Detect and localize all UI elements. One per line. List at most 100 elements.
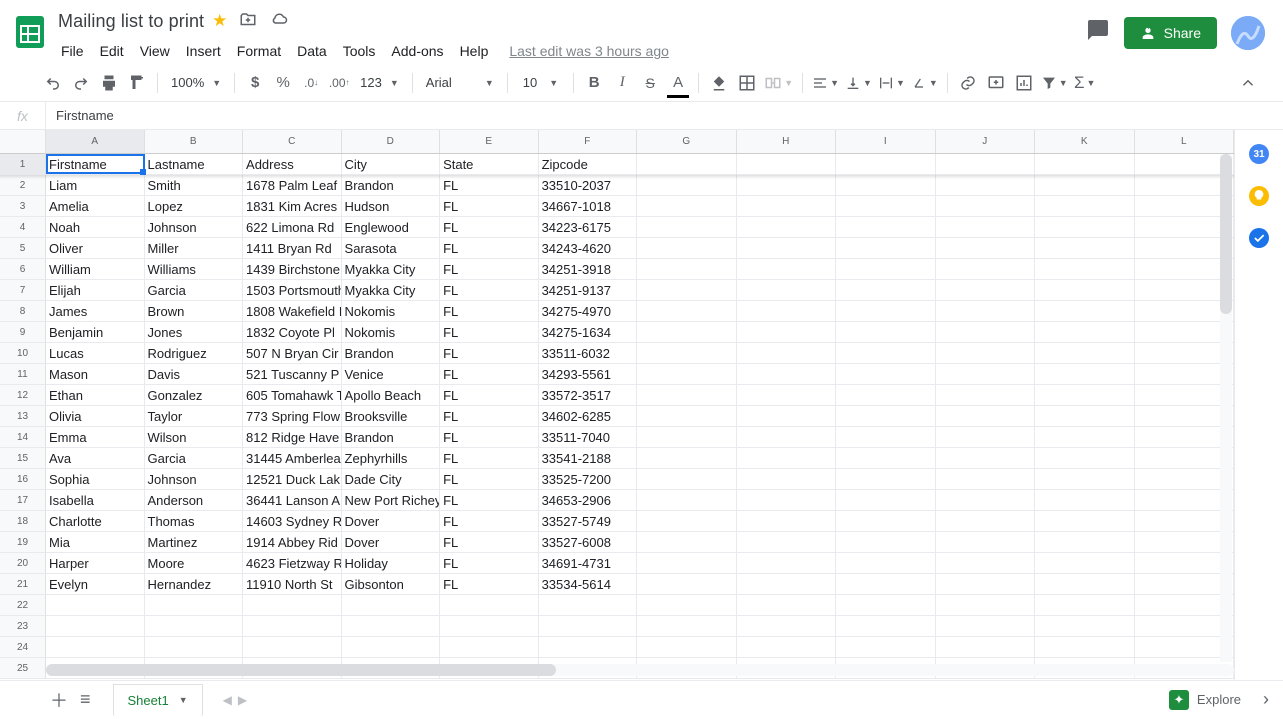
menu-data[interactable]: Data bbox=[290, 39, 334, 63]
cell-H20[interactable] bbox=[737, 553, 836, 573]
column-header-G[interactable]: G bbox=[637, 130, 737, 153]
cell-B15[interactable]: Garcia bbox=[145, 448, 244, 468]
cell-A8[interactable]: James bbox=[46, 301, 145, 321]
cell-F23[interactable] bbox=[539, 616, 638, 636]
cell-J14[interactable] bbox=[936, 427, 1035, 447]
row-header-6[interactable]: 6 bbox=[0, 259, 46, 280]
functions-button[interactable]: Σ▼ bbox=[1072, 70, 1098, 96]
cell-D2[interactable]: Brandon bbox=[342, 175, 441, 195]
v-scrollbar[interactable] bbox=[1220, 154, 1232, 662]
cell-F7[interactable]: 34251-9137 bbox=[539, 280, 638, 300]
column-header-C[interactable]: C bbox=[243, 130, 342, 153]
cell-D1[interactable]: City bbox=[342, 154, 441, 174]
cell-A19[interactable]: Mia bbox=[46, 532, 145, 552]
row-header-15[interactable]: 15 bbox=[0, 448, 46, 469]
filter-button[interactable]: ▼ bbox=[1039, 70, 1070, 96]
cell-A3[interactable]: Amelia bbox=[46, 196, 145, 216]
increase-decimal-button[interactable]: .00↑ bbox=[326, 70, 352, 96]
cell-J17[interactable] bbox=[936, 490, 1035, 510]
cell-G7[interactable] bbox=[637, 280, 736, 300]
cell-E13[interactable]: FL bbox=[440, 406, 539, 426]
cell-B3[interactable]: Lopez bbox=[145, 196, 244, 216]
cell-E7[interactable]: FL bbox=[440, 280, 539, 300]
more-formats-dropdown[interactable]: 123▼ bbox=[354, 75, 405, 90]
cell-C22[interactable] bbox=[243, 595, 342, 615]
cell-A2[interactable]: Liam bbox=[46, 175, 145, 195]
cell-D5[interactable]: Sarasota bbox=[342, 238, 441, 258]
row-header-19[interactable]: 19 bbox=[0, 532, 46, 553]
cell-B12[interactable]: Gonzalez bbox=[145, 385, 244, 405]
cell-E23[interactable] bbox=[440, 616, 539, 636]
sheet-nav-prev[interactable]: ◀ bbox=[221, 691, 234, 709]
cell-D18[interactable]: Dover bbox=[342, 511, 441, 531]
cell-F9[interactable]: 34275-1634 bbox=[539, 322, 638, 342]
cell-D6[interactable]: Myakka City bbox=[342, 259, 441, 279]
cell-H1[interactable] bbox=[737, 154, 836, 174]
comments-icon[interactable] bbox=[1086, 18, 1110, 48]
cells-grid[interactable]: FirstnameLastnameAddressCityStateZipcode… bbox=[46, 154, 1234, 679]
cell-F12[interactable]: 33572-3517 bbox=[539, 385, 638, 405]
row-header-23[interactable]: 23 bbox=[0, 616, 46, 637]
cell-K3[interactable] bbox=[1035, 196, 1134, 216]
cell-F15[interactable]: 33541-2188 bbox=[539, 448, 638, 468]
cell-C17[interactable]: 36441 Lanson A bbox=[243, 490, 342, 510]
cell-H21[interactable] bbox=[737, 574, 836, 594]
cell-B11[interactable]: Davis bbox=[145, 364, 244, 384]
row-header-7[interactable]: 7 bbox=[0, 280, 46, 301]
text-wrap-button[interactable]: ▼ bbox=[876, 70, 907, 96]
column-header-K[interactable]: K bbox=[1035, 130, 1135, 153]
cell-F5[interactable]: 34243-4620 bbox=[539, 238, 638, 258]
column-header-I[interactable]: I bbox=[836, 130, 936, 153]
cell-I5[interactable] bbox=[836, 238, 935, 258]
cell-J24[interactable] bbox=[936, 637, 1035, 657]
cell-H18[interactable] bbox=[737, 511, 836, 531]
row-header-3[interactable]: 3 bbox=[0, 196, 46, 217]
row-header-16[interactable]: 16 bbox=[0, 469, 46, 490]
cell-H24[interactable] bbox=[737, 637, 836, 657]
cell-J2[interactable] bbox=[936, 175, 1035, 195]
tasks-icon[interactable] bbox=[1249, 228, 1269, 248]
cell-J3[interactable] bbox=[936, 196, 1035, 216]
cell-E5[interactable]: FL bbox=[440, 238, 539, 258]
cell-D16[interactable]: Dade City bbox=[342, 469, 441, 489]
h-align-button[interactable]: ▼ bbox=[810, 70, 841, 96]
text-rotation-button[interactable]: ▼ bbox=[909, 70, 940, 96]
cell-J4[interactable] bbox=[936, 217, 1035, 237]
cell-J13[interactable] bbox=[936, 406, 1035, 426]
h-scrollbar[interactable] bbox=[46, 664, 1234, 676]
cell-K21[interactable] bbox=[1035, 574, 1134, 594]
calendar-icon[interactable]: 31 bbox=[1249, 144, 1269, 164]
cell-G19[interactable] bbox=[637, 532, 736, 552]
cell-H4[interactable] bbox=[737, 217, 836, 237]
cell-G5[interactable] bbox=[637, 238, 736, 258]
cell-I9[interactable] bbox=[836, 322, 935, 342]
row-header-13[interactable]: 13 bbox=[0, 406, 46, 427]
cell-C12[interactable]: 605 Tomahawk T bbox=[243, 385, 342, 405]
cell-K23[interactable] bbox=[1035, 616, 1134, 636]
cell-A4[interactable]: Noah bbox=[46, 217, 145, 237]
cell-C9[interactable]: 1832 Coyote Pl bbox=[243, 322, 342, 342]
cell-I16[interactable] bbox=[836, 469, 935, 489]
cell-A14[interactable]: Emma bbox=[46, 427, 145, 447]
cell-G15[interactable] bbox=[637, 448, 736, 468]
fx-icon[interactable]: fx bbox=[0, 102, 46, 129]
cell-D9[interactable]: Nokomis bbox=[342, 322, 441, 342]
insert-chart-button[interactable] bbox=[1011, 70, 1037, 96]
cell-A18[interactable]: Charlotte bbox=[46, 511, 145, 531]
cell-A15[interactable]: Ava bbox=[46, 448, 145, 468]
explore-button[interactable]: ✦Explore bbox=[1161, 686, 1249, 714]
cell-B24[interactable] bbox=[145, 637, 244, 657]
cell-K1[interactable] bbox=[1035, 154, 1134, 174]
cell-K24[interactable] bbox=[1035, 637, 1134, 657]
cell-B4[interactable]: Johnson bbox=[145, 217, 244, 237]
cell-J12[interactable] bbox=[936, 385, 1035, 405]
cell-C5[interactable]: 1411 Bryan Rd bbox=[243, 238, 342, 258]
zoom-dropdown[interactable]: 100%▼ bbox=[165, 75, 227, 90]
cell-J22[interactable] bbox=[936, 595, 1035, 615]
row-header-21[interactable]: 21 bbox=[0, 574, 46, 595]
cell-A20[interactable]: Harper bbox=[46, 553, 145, 573]
cell-F10[interactable]: 33511-6032 bbox=[539, 343, 638, 363]
cell-A13[interactable]: Olivia bbox=[46, 406, 145, 426]
cell-J5[interactable] bbox=[936, 238, 1035, 258]
h-scroll-thumb[interactable] bbox=[46, 664, 556, 676]
